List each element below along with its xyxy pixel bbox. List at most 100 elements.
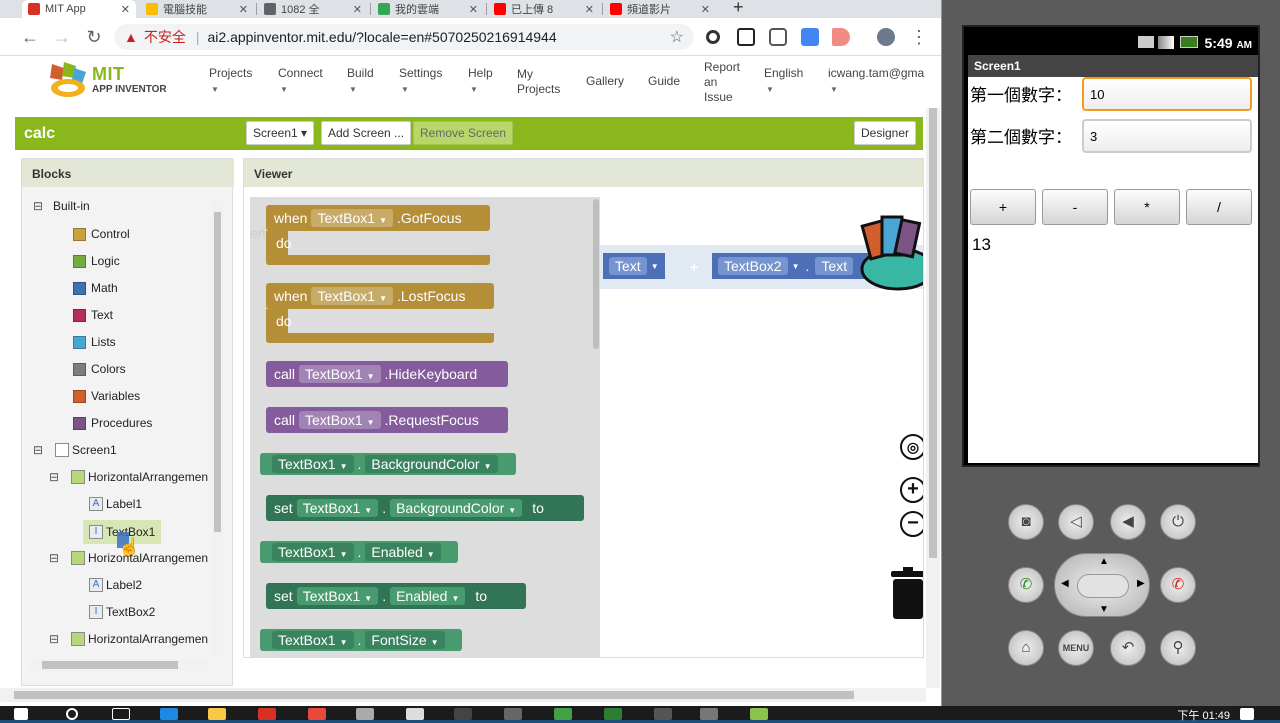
tab-4[interactable]: 我的雲端 ✕: [372, 0, 484, 18]
menu-account[interactable]: icwang.tam@gma ▼: [828, 66, 926, 97]
page-vscrollbar[interactable]: [926, 108, 940, 688]
block-call-hidekeyboard[interactable]: call TextBox1 ▼ .HideKeyboard: [266, 361, 508, 387]
block-set-enabled[interactable]: set TextBox1 ▼ . Enabled ▼ to: [266, 583, 526, 609]
app-icon[interactable]: [504, 708, 522, 720]
first-number-input[interactable]: 10: [1082, 77, 1252, 111]
page-hscrollbar[interactable]: [0, 688, 926, 702]
menu-icon[interactable]: MENU: [1058, 630, 1094, 666]
tree-screen1[interactable]: ⊟ Screen1: [33, 443, 117, 457]
call-icon[interactable]: ✆: [1008, 567, 1044, 603]
dpad-control[interactable]: ▲ ▼ ◀ ▶: [1054, 553, 1150, 617]
menu-help[interactable]: Help ▼: [468, 66, 493, 97]
power-icon[interactable]: ⏻: [1160, 504, 1196, 540]
block-call-requestfocus[interactable]: call TextBox1 ▼ .RequestFocus: [266, 407, 508, 433]
app-icon[interactable]: [308, 708, 326, 720]
close-tab-icon[interactable]: ✕: [465, 3, 478, 16]
trash-icon[interactable]: [889, 567, 924, 619]
file-explorer-icon[interactable]: [208, 708, 226, 720]
mit-app-inventor-logo[interactable]: [44, 60, 90, 100]
tree-label2[interactable]: A Label2: [89, 578, 142, 592]
drawer-procedures[interactable]: Procedures: [73, 416, 152, 430]
app-icon[interactable]: [406, 708, 424, 720]
drawer-text[interactable]: Text: [73, 308, 113, 322]
collapse-icon[interactable]: ⊟: [33, 443, 43, 457]
dpad-down-icon[interactable]: ▼: [1099, 604, 1109, 615]
multiply-button[interactable]: *: [1114, 189, 1180, 225]
tree-textbox2[interactable]: I TextBox2: [89, 605, 155, 619]
dpad-up-icon[interactable]: ▲: [1099, 556, 1109, 567]
block-when-lostfocus[interactable]: when TextBox1 ▼ .LostFocus: [266, 283, 494, 309]
tab-6[interactable]: 頻道影片 ✕: [604, 0, 716, 18]
screen-capture-icon[interactable]: [737, 28, 755, 46]
drawer-logic[interactable]: Logic: [73, 254, 120, 268]
collapse-icon[interactable]: ⊟: [33, 199, 43, 213]
reload-icon[interactable]: ↻: [83, 26, 105, 48]
app-icon[interactable]: [700, 708, 718, 720]
zoom-in-icon[interactable]: +: [900, 477, 923, 503]
blocks-tree-hscrollbar[interactable]: [30, 659, 208, 671]
android-icon[interactable]: [750, 708, 768, 720]
workspace-text-getter-1[interactable]: Text ▼: [603, 253, 665, 279]
back-arrow-icon[interactable]: ↶: [1110, 630, 1146, 666]
app-icon[interactable]: [554, 708, 572, 720]
backpack-icon[interactable]: [854, 209, 924, 293]
app-icon[interactable]: [356, 708, 374, 720]
dpad-center-button[interactable]: [1077, 574, 1129, 598]
remove-screen-button[interactable]: Remove Screen: [413, 121, 514, 145]
subtract-button[interactable]: -: [1042, 189, 1108, 225]
end-call-icon[interactable]: ✆: [1160, 567, 1196, 603]
address-bar[interactable]: ▲ 不安全 | ai2.appinventor.mit.edu/?locale=…: [114, 24, 694, 50]
drawer-variables[interactable]: Variables: [73, 389, 140, 403]
dpad-left-icon[interactable]: ◀: [1061, 578, 1069, 589]
close-tab-icon[interactable]: ✕: [581, 3, 594, 16]
tab-5[interactable]: 已上傳 8 ✕: [488, 0, 600, 18]
add-screen-button[interactable]: Add Screen ...: [321, 121, 412, 145]
search-icon[interactable]: ⚲: [1160, 630, 1196, 666]
menu-projects[interactable]: Projects ▼: [209, 66, 252, 97]
menu-gallery[interactable]: Gallery: [586, 74, 624, 89]
bookmark-star-icon[interactable]: ☆: [670, 27, 684, 47]
drawer-colors[interactable]: Colors: [73, 362, 126, 376]
tab-mit-app[interactable]: MIT App ✕: [22, 0, 136, 18]
screen-select-button[interactable]: Screen1 ▾: [246, 121, 315, 145]
drawer-math[interactable]: Math: [73, 281, 118, 295]
designer-button[interactable]: Designer: [854, 121, 917, 145]
tree-horizontalarrangement3[interactable]: ⊟ HorizontalArrangemen: [49, 632, 208, 646]
recenter-icon[interactable]: ◎: [900, 434, 923, 460]
menu-my-projects[interactable]: My Projects: [517, 67, 560, 97]
menu-report-issue[interactable]: Report an Issue: [704, 60, 740, 105]
menu-guide[interactable]: Guide: [648, 74, 680, 89]
cast-extension-icon[interactable]: [832, 28, 850, 46]
block-set-backgroundcolor[interactable]: set TextBox1 ▼ . BackgroundColor ▼ to: [266, 495, 584, 521]
edge-icon[interactable]: [160, 708, 178, 720]
tab-2[interactable]: 電腦技能 ✕: [140, 0, 254, 18]
tab-3[interactable]: 1082 全 ✕: [258, 0, 368, 18]
close-tab-icon[interactable]: ✕: [235, 3, 248, 16]
drawer-lists[interactable]: Lists: [73, 335, 116, 349]
close-tab-icon[interactable]: ✕: [117, 3, 130, 16]
tree-horizontalarrangement1[interactable]: ⊟ HorizontalArrangemen: [49, 470, 208, 484]
block-when-gotfocus[interactable]: when TextBox1 ▼ .GotFocus: [266, 205, 490, 231]
app-icon[interactable]: [454, 708, 472, 720]
add-button[interactable]: +: [970, 189, 1036, 225]
chat-extension-icon[interactable]: [769, 28, 787, 46]
extension-icon[interactable]: [706, 30, 720, 44]
blocks-tree-vscrollbar[interactable]: [212, 200, 223, 654]
search-icon[interactable]: [66, 708, 78, 720]
close-tab-icon[interactable]: ✕: [349, 3, 362, 16]
new-tab-button[interactable]: +: [733, 0, 744, 18]
second-number-input[interactable]: 3: [1082, 119, 1252, 153]
collapse-icon[interactable]: ⊟: [49, 470, 59, 484]
app-icon[interactable]: [604, 708, 622, 720]
browser-menu-icon[interactable]: ⋮: [908, 26, 930, 48]
drawer-control[interactable]: Control: [73, 227, 130, 241]
tree-horizontalarrangement2[interactable]: ⊟ HorizontalArrangemen: [49, 551, 208, 565]
zoom-out-icon[interactable]: −: [900, 511, 923, 537]
close-tab-icon[interactable]: ✕: [697, 3, 710, 16]
translate-icon[interactable]: [801, 28, 819, 46]
volume-up-icon[interactable]: ◀: [1110, 504, 1146, 540]
chrome-icon[interactable]: [258, 708, 276, 720]
dpad-right-icon[interactable]: ▶: [1137, 578, 1145, 589]
taskbar-clock[interactable]: 下午 01:49: [1177, 707, 1230, 723]
profile-avatar-icon[interactable]: [877, 28, 895, 46]
